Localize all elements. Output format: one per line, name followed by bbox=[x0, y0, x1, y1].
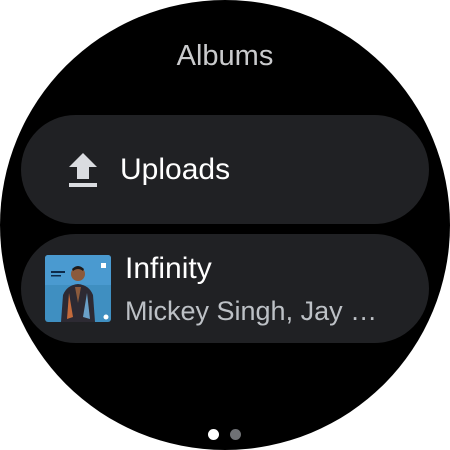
page-title: Albums bbox=[176, 40, 274, 72]
page-indicator bbox=[208, 429, 248, 441]
upload-icon bbox=[65, 151, 101, 189]
uploads-label: Uploads bbox=[120, 153, 231, 186]
album-title: Infinity bbox=[125, 252, 212, 285]
album-art bbox=[45, 255, 111, 322]
album-artist: Mickey Singh, Jay … bbox=[125, 296, 378, 326]
uploads-chip[interactable]: Uploads bbox=[21, 115, 429, 224]
page-dot-active bbox=[208, 429, 219, 440]
watch-screen: Albums Uploads Infinity Mickey Singh, Ja… bbox=[0, 0, 450, 450]
album-chip-infinity[interactable]: Infinity Mickey Singh, Jay … bbox=[21, 234, 429, 343]
page-dot-inactive bbox=[230, 429, 241, 440]
